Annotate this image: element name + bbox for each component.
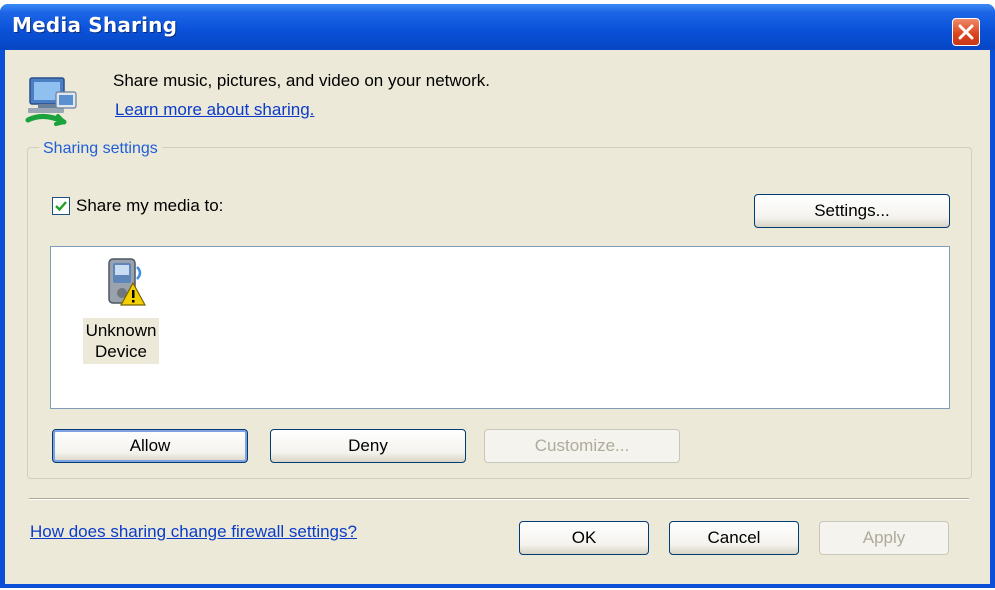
title-bar[interactable]: Media Sharing	[0, 4, 995, 50]
close-button[interactable]	[952, 18, 980, 46]
allow-button[interactable]: Allow	[52, 429, 248, 463]
media-sharing-window: Media Sharing Share music, pictures, and…	[0, 4, 995, 588]
media-device-warning-icon	[108, 258, 147, 306]
share-media-label: Share my media to:	[76, 196, 224, 215]
settings-button[interactable]: Settings...	[754, 194, 950, 228]
sharing-settings-label: Sharing settings	[39, 140, 162, 158]
firewall-settings-link[interactable]: How does sharing change firewall setting…	[30, 522, 357, 542]
footer-separator	[29, 498, 969, 500]
device-name-line1: Unknown	[85, 321, 157, 340]
network-sharing-icon	[25, 77, 77, 126]
share-media-checkbox[interactable]	[52, 197, 70, 215]
dialog-client-area: Share music, pictures, and video on your…	[5, 50, 990, 584]
learn-more-link[interactable]: Learn more about sharing.	[115, 100, 314, 120]
device-list[interactable]: Unknown Device	[50, 246, 950, 409]
device-label: Unknown Device	[82, 318, 160, 364]
apply-button[interactable]: Apply	[819, 521, 949, 555]
device-item-unknown[interactable]: Unknown Device	[71, 253, 171, 364]
sharing-description: Share music, pictures, and video on your…	[113, 71, 491, 90]
checkmark-icon	[55, 201, 67, 212]
window-title: Media Sharing	[12, 13, 178, 37]
cancel-button[interactable]: Cancel	[669, 521, 799, 555]
device-name-line2: Device	[95, 342, 147, 361]
deny-button[interactable]: Deny	[270, 429, 466, 463]
customize-button[interactable]: Customize...	[484, 429, 680, 463]
share-media-checkbox-row[interactable]: Share my media to:	[52, 196, 223, 216]
ok-button[interactable]: OK	[519, 521, 649, 555]
close-icon	[958, 24, 974, 40]
